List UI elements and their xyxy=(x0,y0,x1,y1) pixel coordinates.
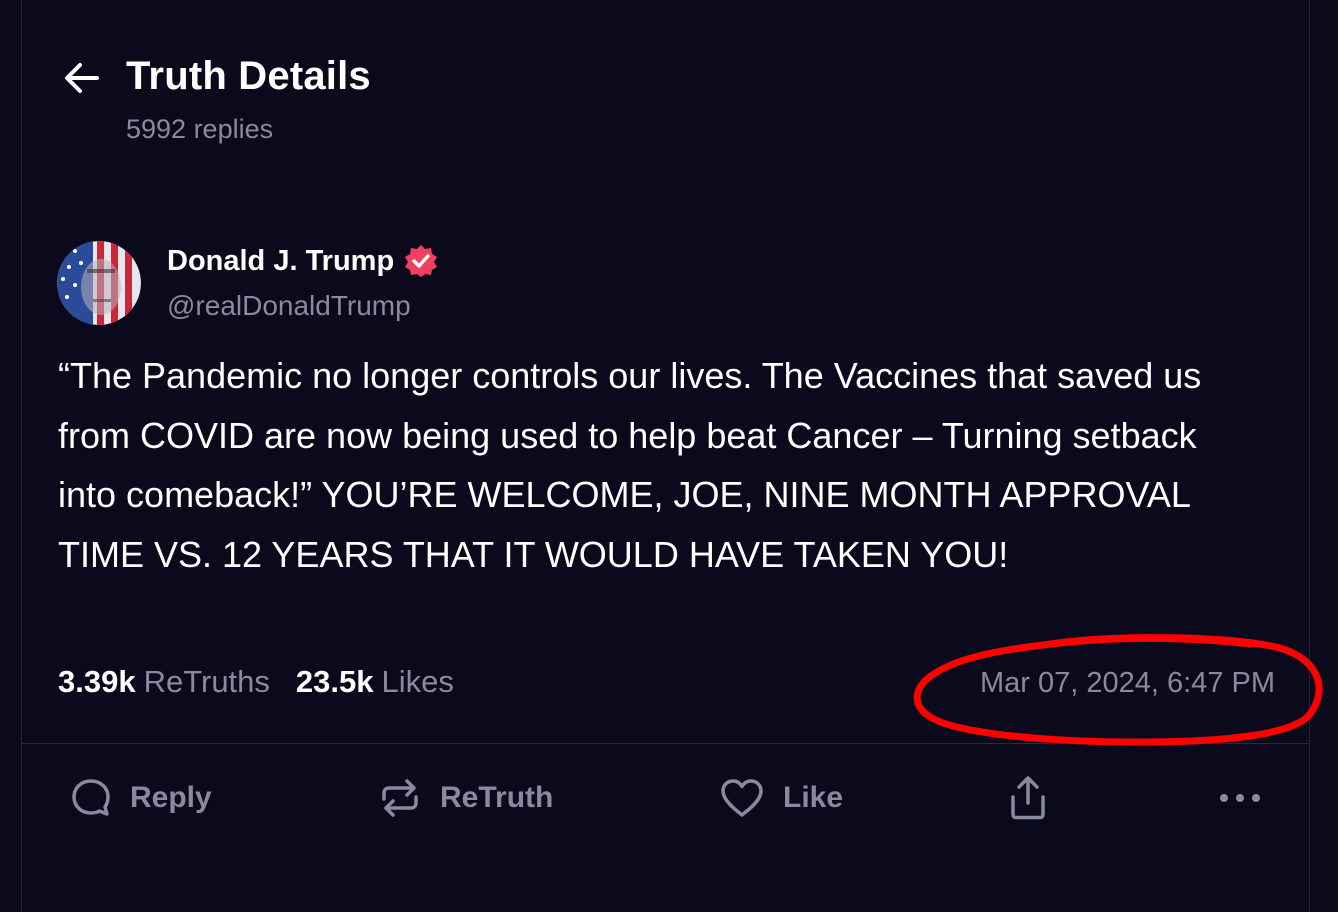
retruth-label: ReTruth xyxy=(440,781,554,814)
post-timestamp: Mar 07, 2024, 6:47 PM xyxy=(980,667,1275,699)
likes-stat[interactable]: 23.5k Likes xyxy=(296,664,454,700)
page-header: Truth Details 5992 replies xyxy=(22,0,1309,170)
share-button[interactable] xyxy=(1008,768,1048,828)
arrow-left-icon xyxy=(63,62,101,99)
more-horizontal-icon xyxy=(1218,792,1262,804)
like-label: Like xyxy=(783,781,844,814)
retruth-button[interactable]: ReTruth xyxy=(378,768,553,828)
retruths-count: 3.39k xyxy=(58,664,136,699)
reply-button[interactable]: Reply xyxy=(70,768,212,828)
reply-label: Reply xyxy=(130,781,212,814)
post-stats: 3.39k ReTruths 23.5k Likes xyxy=(58,664,454,700)
heart-icon xyxy=(719,777,765,819)
divider xyxy=(22,743,1309,744)
likes-label: Likes xyxy=(381,664,454,699)
author-name-row: Donald J. Trump xyxy=(167,244,438,278)
back-button[interactable] xyxy=(60,58,104,102)
page-title: Truth Details xyxy=(126,54,371,98)
action-bar: Reply ReTruth Like xyxy=(22,768,1309,828)
repost-icon xyxy=(378,777,422,819)
more-options-button[interactable] xyxy=(1218,768,1262,828)
comment-icon xyxy=(70,777,112,819)
post-detail-panel: Truth Details 5992 replies Donald J. Tru… xyxy=(21,0,1310,912)
retruths-stat[interactable]: 3.39k ReTruths xyxy=(58,664,270,700)
avatar[interactable] xyxy=(57,241,141,325)
likes-count: 23.5k xyxy=(295,664,374,699)
like-button[interactable]: Like xyxy=(719,768,843,828)
avatar-image xyxy=(57,241,141,325)
retruths-label: ReTruths xyxy=(143,664,270,699)
reply-count: 5992 replies xyxy=(126,114,274,144)
share-icon xyxy=(1008,775,1048,821)
verified-badge-icon xyxy=(404,244,438,278)
author-handle[interactable]: @realDonaldTrump xyxy=(167,290,411,322)
author-name[interactable]: Donald J. Trump xyxy=(167,245,394,278)
post-body-text: “The Pandemic no longer controls our liv… xyxy=(58,355,1202,575)
